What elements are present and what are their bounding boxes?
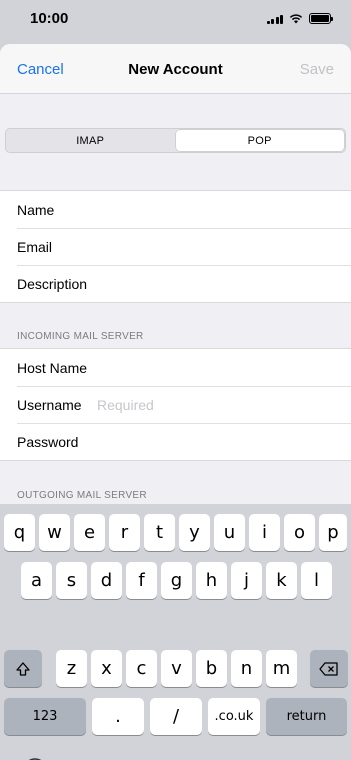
key-x[interactable]: x bbox=[91, 650, 122, 687]
key-f[interactable]: f bbox=[126, 562, 157, 599]
username-field[interactable]: Username Required bbox=[0, 386, 351, 423]
key-w[interactable]: w bbox=[39, 514, 70, 551]
status-time: 10:00 bbox=[30, 10, 69, 27]
key-l[interactable]: l bbox=[301, 562, 332, 599]
couk-key[interactable]: .co.uk bbox=[208, 698, 260, 735]
key-v[interactable]: v bbox=[161, 650, 192, 687]
incoming-mail-server-header: INCOMING MAIL SERVER bbox=[17, 331, 144, 342]
slash-key[interactable]: / bbox=[150, 698, 202, 735]
key-a[interactable]: a bbox=[21, 562, 52, 599]
key-q[interactable]: q bbox=[4, 514, 35, 551]
account-type-selector: IMAP POP bbox=[5, 128, 346, 153]
account-type-selector-wrap: IMAP POP bbox=[0, 128, 351, 158]
key-c[interactable]: c bbox=[126, 650, 157, 687]
key-k[interactable]: k bbox=[266, 562, 297, 599]
wifi-icon bbox=[289, 13, 303, 23]
password-field[interactable]: Password bbox=[0, 423, 351, 460]
period-key[interactable]: . bbox=[92, 698, 144, 735]
username-placeholder: Required bbox=[97, 396, 154, 413]
key-h[interactable]: h bbox=[196, 562, 227, 599]
key-z[interactable]: z bbox=[56, 650, 87, 687]
status-bar: 10:00 bbox=[0, 0, 351, 44]
new-account-sheet: Cancel New Account Save IMAP POP Name Em… bbox=[0, 44, 351, 760]
segment-pop[interactable]: POP bbox=[175, 130, 344, 151]
key-r[interactable]: r bbox=[109, 514, 140, 551]
keyboard: q w e r t y u i o p a s d f g h j k l z … bbox=[0, 504, 351, 760]
shift-key[interactable] bbox=[4, 650, 42, 687]
backspace-key[interactable] bbox=[310, 650, 348, 687]
username-label: Username bbox=[17, 396, 82, 413]
key-i[interactable]: i bbox=[249, 514, 280, 551]
signal-icon bbox=[266, 14, 283, 24]
description-field[interactable]: Description bbox=[0, 265, 351, 302]
description-label: Description bbox=[17, 275, 88, 292]
segment-imap[interactable]: IMAP bbox=[6, 129, 175, 152]
key-d[interactable]: d bbox=[91, 562, 122, 599]
key-n[interactable]: n bbox=[231, 650, 262, 687]
key-j[interactable]: j bbox=[231, 562, 262, 599]
key-p[interactable]: p bbox=[319, 514, 347, 551]
key-b[interactable]: b bbox=[196, 650, 227, 687]
status-icons bbox=[266, 13, 333, 24]
host-name-label: Host Name bbox=[17, 359, 88, 376]
navigation-bar: Cancel New Account Save bbox=[0, 44, 351, 94]
account-info-group: Name Email Description bbox=[0, 190, 351, 303]
key-s[interactable]: s bbox=[56, 562, 87, 599]
battery-icon bbox=[309, 13, 333, 24]
key-t[interactable]: t bbox=[144, 514, 175, 551]
backspace-icon bbox=[319, 661, 338, 676]
name-field[interactable]: Name bbox=[0, 191, 351, 228]
outgoing-mail-server-header: OUTGOING MAIL SERVER bbox=[17, 490, 147, 501]
page-title: New Account bbox=[128, 61, 223, 78]
key-e[interactable]: e bbox=[74, 514, 105, 551]
numbers-key[interactable]: 123 bbox=[4, 698, 86, 735]
incoming-server-group: Host Name Username Required Password bbox=[0, 348, 351, 461]
key-y[interactable]: y bbox=[179, 514, 210, 551]
name-label: Name bbox=[17, 201, 55, 218]
email-field[interactable]: Email bbox=[0, 228, 351, 265]
host-name-field[interactable]: Host Name bbox=[0, 349, 351, 386]
shift-icon bbox=[16, 661, 30, 676]
key-g[interactable]: g bbox=[161, 562, 192, 599]
email-label: Email bbox=[17, 238, 53, 255]
key-m[interactable]: m bbox=[266, 650, 297, 687]
save-button[interactable]: Save bbox=[300, 61, 334, 78]
key-o[interactable]: o bbox=[284, 514, 315, 551]
key-u[interactable]: u bbox=[214, 514, 245, 551]
return-key[interactable]: return bbox=[266, 698, 347, 735]
password-label: Password bbox=[17, 433, 79, 450]
